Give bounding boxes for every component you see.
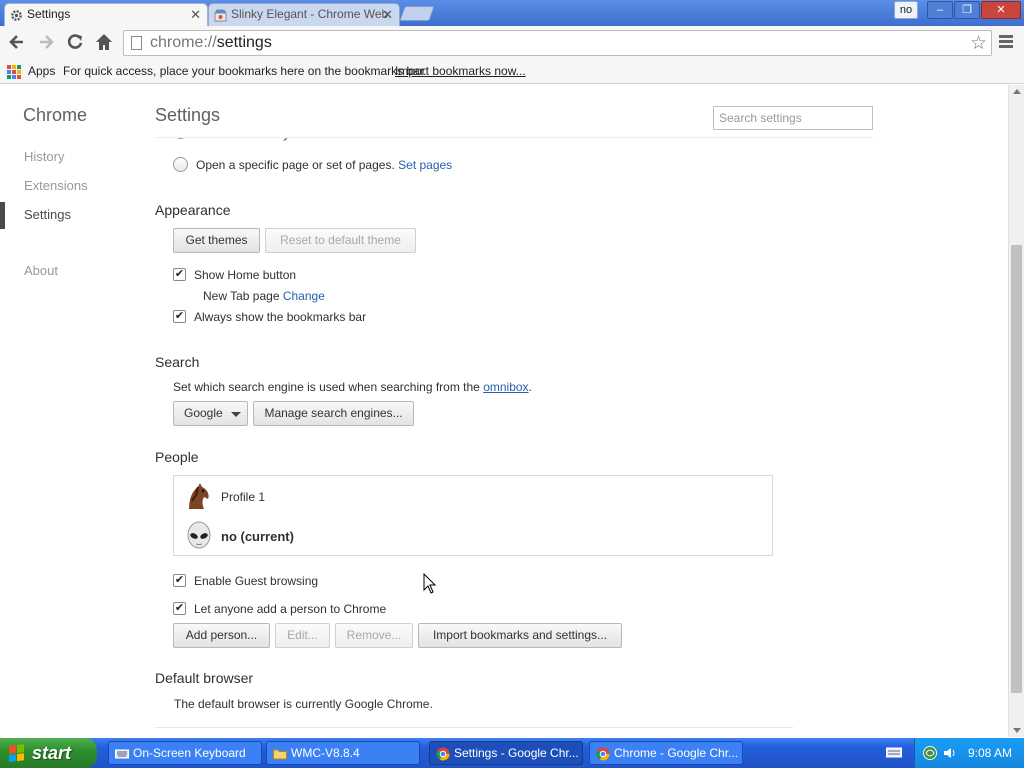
import-bookmarks-button[interactable]: Import bookmarks and settings... [418, 623, 622, 648]
sidebar-item-history[interactable]: History [24, 149, 64, 164]
tab-title: Slinky Elegant - Chrome Web [231, 7, 389, 21]
star-icon[interactable]: ☆ [970, 32, 987, 55]
close-window-icon[interactable]: ✕ [981, 1, 1021, 19]
back-arrow-icon[interactable] [6, 32, 28, 54]
mouse-cursor-icon [423, 572, 437, 595]
manage-search-engines-button[interactable]: Manage search engines... [253, 401, 414, 426]
menu-icon[interactable] [999, 33, 1013, 53]
apps-grid-icon[interactable] [7, 65, 21, 79]
startup-pages-label: Open a specific page or set of pages. Se… [196, 158, 453, 172]
apps-link[interactable]: Apps [28, 60, 55, 82]
bookmarks-bar: Apps For quick access, place your bookma… [0, 60, 1024, 84]
default-browser-description: The default browser is currently Google … [174, 697, 433, 711]
profile-badge[interactable]: no [894, 1, 918, 19]
page-scrollbar[interactable] [1008, 85, 1024, 737]
new-tab-button[interactable] [399, 6, 435, 21]
search-description: Set which search engine is used when sea… [173, 380, 532, 394]
guest-browsing-label: Enable Guest browsing [194, 574, 319, 588]
show-bookmarks-checkbox[interactable]: ✔ [173, 310, 186, 323]
gear-icon [10, 8, 23, 21]
toolbar: chrome://settings ☆ [0, 26, 1024, 60]
scroll-down-icon[interactable] [1013, 728, 1021, 733]
task-chrome-settings[interactable]: Settings - Google Chr... [429, 741, 583, 765]
minimize-icon[interactable]: – [927, 1, 953, 19]
sidebar-item-settings[interactable]: Settings [24, 207, 71, 222]
start-button[interactable]: start [0, 738, 97, 768]
startup-continue-label: Continue where you left off [196, 127, 339, 141]
tab-close-icon[interactable]: ✕ [382, 4, 393, 25]
task-on-screen-keyboard[interactable]: On-Screen Keyboard [108, 741, 262, 765]
reset-theme-button[interactable]: Reset to default theme [265, 228, 416, 253]
taskbar-clock: 9:08 AM [968, 746, 1013, 760]
get-themes-button[interactable]: Get themes [173, 228, 260, 253]
home-icon[interactable] [93, 32, 115, 54]
scroll-up-icon[interactable] [1013, 89, 1021, 94]
header-divider [155, 137, 873, 138]
search-engine-select[interactable]: Google [173, 401, 248, 426]
default-browser-heading: Default browser [155, 670, 254, 686]
scroll-thumb[interactable] [1011, 245, 1022, 693]
volume-tray-icon[interactable] [942, 745, 958, 761]
keyboard-tray-icon[interactable] [886, 746, 902, 759]
network-tray-icon[interactable] [922, 745, 938, 761]
page-title: Settings [155, 105, 221, 125]
edit-person-button[interactable]: Edit... [275, 623, 330, 648]
anyone-add-checkbox[interactable]: ✔ [173, 602, 186, 615]
section-divider [155, 727, 793, 728]
sidebar-item-extensions[interactable]: Extensions [24, 178, 88, 193]
folder-icon [273, 746, 287, 760]
show-home-label: Show Home button [194, 268, 297, 282]
task-wmc-folder[interactable]: WMC-V8.8.4 [266, 741, 420, 765]
keyboard-icon [115, 746, 129, 760]
search-heading: Search [155, 354, 200, 370]
sidebar-item-about[interactable]: About [24, 263, 58, 278]
profile-name[interactable]: Profile 1 [221, 490, 265, 504]
chrome-icon [596, 746, 610, 761]
alien-avatar-icon[interactable] [184, 521, 214, 551]
omnibox-link[interactable]: omnibox [483, 380, 528, 394]
address-bar[interactable]: chrome://settings ☆ [123, 30, 992, 56]
tab-close-icon[interactable]: ✕ [190, 4, 201, 25]
search-engine-value: Google [184, 406, 223, 420]
change-home-link[interactable]: Change [283, 289, 325, 303]
search-settings-input[interactable]: Search settings [713, 106, 873, 130]
tab-web-store[interactable]: Slinky Elegant - Chrome Web ✕ [208, 3, 400, 26]
startup-pages-radio[interactable] [173, 157, 188, 172]
forward-arrow-icon[interactable] [35, 32, 57, 54]
show-home-checkbox[interactable]: ✔ [173, 268, 186, 281]
restore-icon[interactable]: ❐ [954, 1, 980, 19]
guest-browsing-checkbox[interactable]: ✔ [173, 574, 186, 587]
set-pages-link[interactable]: Set pages [398, 158, 452, 172]
chrome-icon [436, 746, 450, 761]
tab-settings[interactable]: Settings ✕ [4, 3, 208, 26]
tab-title: Settings [27, 7, 71, 21]
bookmarks-hint: For quick access, place your bookmarks h… [63, 64, 427, 78]
taskbar: start On-Screen Keyboard WMC-V8.8.4 Sett… [0, 738, 1024, 768]
settings-page: Chrome History Extensions Settings About… [0, 85, 1008, 737]
anyone-add-label: Let anyone add a person to Chrome [194, 602, 387, 616]
url-text: chrome://settings [150, 34, 272, 51]
start-label: start [32, 743, 72, 763]
import-bookmarks-link[interactable]: Import bookmarks now... [395, 60, 526, 82]
show-bookmarks-label: Always show the bookmarks bar [194, 310, 367, 324]
sidebar-title: Chrome [23, 105, 88, 125]
chevron-down-icon [231, 412, 241, 417]
remove-person-button[interactable]: Remove... [335, 623, 413, 648]
new-tab-label: New Tab page Change [203, 289, 325, 303]
add-person-button[interactable]: Add person... [173, 623, 270, 648]
tab-strip: Settings ✕ Slinky Elegant - Chrome Web ✕… [0, 0, 1024, 26]
web-store-icon [214, 8, 227, 22]
appearance-heading: Appearance [155, 202, 231, 218]
horse-avatar-icon[interactable] [184, 481, 214, 511]
people-heading: People [155, 449, 199, 465]
page-icon [131, 36, 142, 50]
active-indicator [0, 202, 5, 229]
profiles-list: Profile 1 no (current) [173, 475, 773, 556]
current-profile-name[interactable]: no (current) [221, 529, 294, 544]
windows-flag-icon [9, 744, 25, 762]
task-chrome-window[interactable]: Chrome - Google Chr... [589, 741, 743, 765]
reload-icon[interactable] [64, 32, 86, 54]
